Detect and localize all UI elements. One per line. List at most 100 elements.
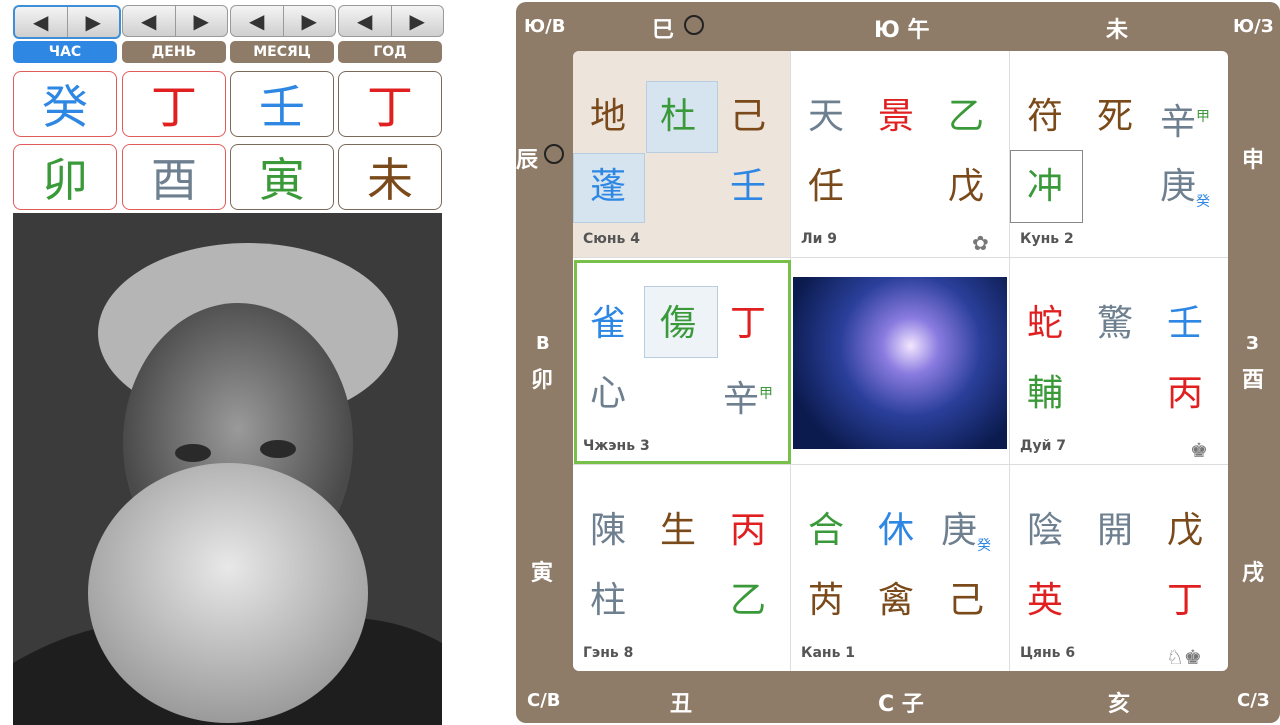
hidden-stem: 癸: [1196, 194, 1210, 211]
branch-mao-label: 卯: [531, 368, 554, 393]
palace-glyph: 丁: [1166, 580, 1203, 621]
palace-glyph: 庚癸: [1159, 166, 1210, 211]
palace-glyph: 丙: [729, 510, 766, 551]
palace-label: Чжэнь 3: [583, 438, 650, 454]
prev-day-button[interactable]: ◀: [123, 6, 175, 36]
palace-glyph: 合: [807, 510, 844, 551]
portrait-photo: [13, 213, 442, 725]
palace-glyph: 己: [729, 96, 766, 137]
branch-chou-label: 丑: [670, 692, 693, 717]
palace-glyph: 戊: [947, 166, 984, 207]
palace-glyph: 開: [1096, 510, 1133, 551]
tab-month[interactable]: МЕСЯЦ: [230, 41, 334, 63]
branch-xu-label: 戌: [1242, 561, 1265, 586]
palace-label: Кань 1: [801, 645, 856, 661]
day-nav[interactable]: ◀ ▶: [122, 5, 228, 37]
prev-month-button[interactable]: ◀: [231, 6, 283, 36]
palace-glyph: 蛇: [1026, 303, 1063, 344]
palace-glyph: 英: [1026, 580, 1063, 621]
tab-year[interactable]: ГОД: [338, 41, 442, 63]
palace-glyph: 陳: [589, 510, 626, 551]
day-stem[interactable]: 丁: [122, 71, 226, 137]
palace-glyph: 雀: [589, 303, 626, 344]
palace-glyph: 冲: [1026, 166, 1063, 207]
corner-nw-label: С/З: [1237, 690, 1270, 711]
palace-glyph: 柱: [589, 580, 626, 621]
empty-marker-icon: [544, 144, 564, 164]
palace-glyph: 芮: [807, 580, 844, 621]
palace-glyph: 驚: [1096, 303, 1133, 344]
branch-wei-label: 未: [1106, 18, 1129, 43]
palace-label: Гэнь 8: [583, 645, 634, 661]
palace-glyph: 天: [807, 96, 844, 137]
palace-glyph: 辛甲: [1159, 102, 1210, 143]
palace-glyph: 生: [659, 510, 696, 551]
year-stem[interactable]: 丁: [338, 71, 442, 137]
next-month-button[interactable]: ▶: [282, 6, 336, 36]
next-day-button[interactable]: ▶: [174, 6, 228, 36]
hidden-stem: 甲: [759, 386, 773, 402]
tab-day[interactable]: ДЕНЬ: [122, 41, 226, 63]
north-label: С 子: [878, 692, 924, 717]
palace-glyph: 壬: [1166, 303, 1203, 344]
palace-label: Дуй 7: [1020, 438, 1067, 454]
branch-shen-label: 申: [1242, 148, 1265, 173]
prev-hour-button[interactable]: ◀: [15, 7, 67, 37]
branch-hai-label: 亥: [1108, 692, 1131, 717]
palace-glyph: 陰: [1026, 510, 1063, 551]
year-nav[interactable]: ◀ ▶: [338, 5, 444, 37]
palace-glyph: 丙: [1166, 373, 1203, 414]
hidden-stem: 甲: [1196, 109, 1210, 125]
palace-glyph: 休: [877, 510, 914, 551]
branch-chen-label: 辰: [516, 148, 539, 173]
palace-glyph: 庚癸: [940, 510, 991, 555]
corner-se-label: Ю/В: [524, 16, 566, 37]
branch-you-label: 酉: [1242, 368, 1265, 393]
corner-ne-label: С/В: [527, 690, 561, 711]
year-branch[interactable]: 未: [338, 144, 442, 210]
palace-glyph: 傷: [659, 303, 696, 344]
palace-glyph: 符: [1026, 96, 1063, 137]
palace-glyph: 丁: [729, 303, 766, 344]
flower-icon: ✿: [972, 231, 989, 255]
palace-glyph: 心: [589, 373, 626, 414]
palace-label: Ли 9: [801, 231, 838, 247]
king-icon: ♚: [1190, 438, 1208, 462]
hour-nav[interactable]: ◀ ▶: [13, 5, 121, 39]
east-label: В: [536, 333, 550, 354]
palace-glyph: 乙: [947, 96, 984, 137]
prev-year-button[interactable]: ◀: [339, 6, 391, 36]
palace-glyph: 壬: [729, 166, 766, 207]
knight-king-icon: ♘♚: [1166, 645, 1202, 669]
next-hour-button[interactable]: ▶: [66, 7, 120, 37]
palace-glyph: 地: [589, 96, 626, 137]
day-branch[interactable]: 酉: [122, 144, 226, 210]
corner-sw-label: Ю/З: [1233, 16, 1274, 37]
south-label: Ю 午: [874, 18, 930, 43]
palace-glyph: 禽: [877, 580, 914, 621]
palace-glyph: 乙: [729, 580, 766, 621]
month-stem[interactable]: 壬: [230, 71, 334, 137]
month-branch[interactable]: 寅: [230, 144, 334, 210]
branch-yin-label: 寅: [531, 561, 554, 586]
palace-label: Сюнь 4: [583, 231, 641, 247]
palace-glyph: 杜: [659, 96, 696, 137]
palace-glyph: 戊: [1166, 510, 1203, 551]
palace-glyph: 任: [807, 166, 844, 207]
palace-glyph: 死: [1096, 96, 1133, 137]
empty-marker-icon: [684, 15, 704, 35]
palace-glyph: 己: [947, 580, 984, 621]
center-cosmic-image: [793, 277, 1007, 449]
branch-si-label: 巳: [652, 18, 675, 43]
next-year-button[interactable]: ▶: [390, 6, 444, 36]
hidden-stem: 癸: [977, 538, 991, 555]
hour-stem[interactable]: 癸: [13, 71, 117, 137]
hour-branch[interactable]: 卯: [13, 144, 117, 210]
west-label: З: [1246, 333, 1259, 354]
palace-label: Цянь 6: [1020, 645, 1076, 661]
palace-label: Кунь 2: [1020, 231, 1074, 247]
tab-hour[interactable]: ЧАС: [13, 41, 117, 63]
month-nav[interactable]: ◀ ▶: [230, 5, 336, 37]
palace-glyph: 蓬: [589, 166, 626, 207]
palace-glyph: 辛甲: [722, 379, 773, 420]
